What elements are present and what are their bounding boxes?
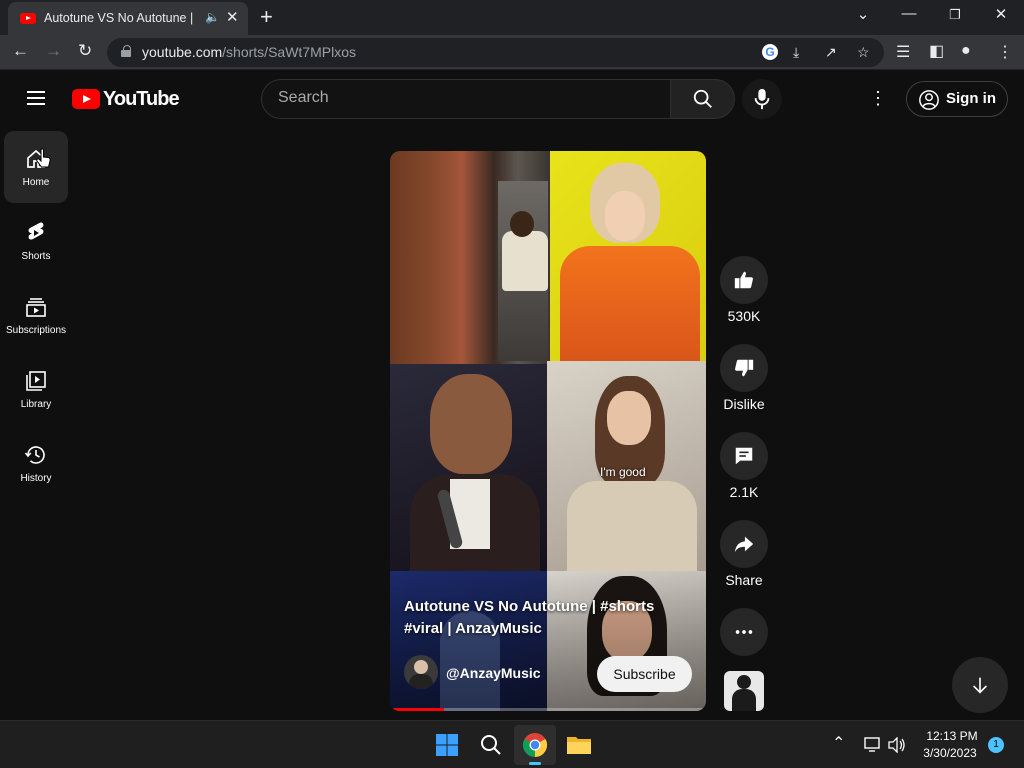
lock-icon[interactable] (121, 45, 131, 57)
sidebar-label-home: Home (22, 177, 50, 188)
sidebar-item-history[interactable]: History (4, 427, 68, 499)
taskbar-search-icon[interactable] (479, 733, 503, 757)
share-button[interactable] (720, 520, 768, 568)
settings-kebab-icon[interactable]: ⋮ (868, 88, 888, 109)
more-horizontal-icon (735, 630, 753, 634)
channel-avatar[interactable] (404, 655, 438, 689)
sidebar-item-shorts[interactable]: Shorts (4, 205, 68, 277)
short-video-player[interactable]: I'm good Autotune VS No Autotune | #shor… (390, 151, 706, 711)
share-label: Share (725, 572, 763, 588)
voice-search-button[interactable] (742, 79, 782, 119)
more-actions-button[interactable] (720, 608, 768, 656)
comment-icon (735, 447, 753, 465)
microphone-icon (754, 88, 770, 110)
forward-arrow-icon[interactable]: → (45, 41, 62, 61)
network-icon[interactable] (864, 737, 882, 753)
reload-icon[interactable]: ↻ (78, 41, 92, 61)
account-icon (919, 90, 939, 110)
sidebar-item-library[interactable]: Library (4, 353, 68, 425)
history-icon (24, 446, 45, 464)
sidebar-label-library: Library (20, 399, 52, 410)
comment-count: 2.1K (729, 484, 759, 500)
youtube-logo-text: YouTube (103, 88, 180, 110)
new-tab-button[interactable]: + (260, 4, 273, 30)
shorts-icon (28, 222, 44, 240)
tab-search-chevron-icon[interactable]: ⌄ (853, 5, 873, 23)
volume-icon[interactable] (888, 737, 906, 753)
windows-taskbar: ⌃ 12:13 PM 3/30/2023 1 (0, 720, 1024, 768)
video-progress-fill (390, 708, 444, 711)
clock-date[interactable]: 3/30/2023 (916, 746, 984, 760)
video-progress-bar[interactable] (390, 708, 706, 711)
video-frame-orange-singer (550, 151, 706, 361)
thumbs-down-icon (735, 359, 754, 377)
google-lens-icon[interactable]: G (762, 44, 778, 60)
subscriptions-icon (26, 298, 46, 317)
share-arrow-icon (734, 536, 754, 553)
taskbar-chrome-button[interactable] (514, 725, 556, 765)
next-short-button[interactable] (952, 657, 1008, 713)
close-window-button[interactable]: ✕ (991, 5, 1011, 23)
notification-badge[interactable]: 1 (988, 737, 1004, 753)
video-frame-doorway (390, 151, 550, 364)
close-tab-icon[interactable]: ✕ (226, 8, 239, 26)
share-page-icon[interactable]: ↗ (825, 44, 837, 61)
url-text[interactable]: youtube.com/shorts/SaWt7MPlxos (142, 44, 356, 60)
sidebar-label-subscriptions: Subscriptions (5, 325, 67, 336)
comments-button[interactable] (720, 432, 768, 480)
windows-start-icon[interactable] (435, 733, 459, 757)
search-box[interactable] (261, 79, 671, 119)
browser-tab-strip: Autotune VS No Autotune | # 🔈 ✕ + ⌄ — ❐ … (0, 0, 1024, 35)
tab-title: Autotune VS No Autotune | # (44, 11, 194, 25)
search-icon (693, 89, 712, 108)
like-button[interactable] (720, 256, 768, 304)
tray-chevron-icon[interactable]: ⌃ (832, 733, 845, 753)
short-title[interactable]: Autotune VS No Autotune | #shorts #viral… (404, 596, 684, 640)
video-frame-microphone-man (390, 364, 547, 574)
address-bar[interactable]: youtube.com/shorts/SaWt7MPlxos G ⤓ ↗ ☆ (107, 38, 884, 67)
thumbs-up-icon (734, 271, 753, 289)
side-panel-icon[interactable]: ◧ (929, 41, 944, 61)
library-icon (26, 371, 46, 391)
search-button[interactable] (670, 79, 735, 119)
dislike-label: Dislike (723, 396, 765, 412)
dislike-button[interactable] (720, 344, 768, 392)
youtube-page: YouTube ⋮ Sign in Home (0, 71, 1024, 720)
channel-thumbnail[interactable] (724, 671, 764, 711)
sidebar-label-history: History (20, 473, 52, 484)
sign-in-label: Sign in (946, 90, 996, 107)
clock-time[interactable]: 12:13 PM (920, 729, 984, 743)
browser-toolbar: ← → ↻ youtube.com/shorts/SaWt7MPlxos G ⤓… (0, 35, 1024, 70)
sign-in-button[interactable]: Sign in (906, 81, 1008, 117)
minimize-button[interactable]: — (899, 5, 919, 22)
url-host: youtube.com (142, 44, 223, 60)
hand-cursor-icon (36, 148, 51, 168)
like-count: 530K (727, 308, 761, 324)
url-path: /shorts/SaWt7MPlxos (222, 44, 356, 60)
search-input[interactable] (278, 89, 648, 107)
bookmark-star-icon[interactable]: ☆ (857, 44, 870, 61)
restore-button[interactable]: ❐ (945, 7, 965, 23)
profile-icon[interactable]: ● (961, 42, 971, 60)
file-explorer-icon[interactable] (566, 734, 592, 756)
arrow-down-icon (972, 677, 988, 694)
back-arrow-icon[interactable]: ← (12, 41, 29, 61)
subscribe-button[interactable]: Subscribe (597, 656, 692, 692)
chrome-icon (522, 733, 548, 757)
youtube-favicon-icon (20, 13, 36, 24)
browser-menu-icon[interactable]: ⋮ (997, 42, 1013, 62)
install-icon[interactable]: ⤓ (793, 44, 799, 61)
channel-name[interactable]: @AnzayMusic (446, 665, 541, 681)
youtube-play-logo-icon (72, 89, 100, 109)
sidebar-label-shorts: Shorts (21, 251, 51, 262)
speaker-icon[interactable]: 🔈 (205, 10, 220, 24)
guide-menu-icon[interactable] (27, 91, 45, 105)
video-overlay-caption: I'm good (600, 465, 646, 479)
sidebar-item-subscriptions[interactable]: Subscriptions (4, 279, 68, 351)
media-control-icon[interactable]: ☰ (896, 42, 910, 62)
browser-tab[interactable]: Autotune VS No Autotune | # 🔈 ✕ (8, 2, 248, 35)
